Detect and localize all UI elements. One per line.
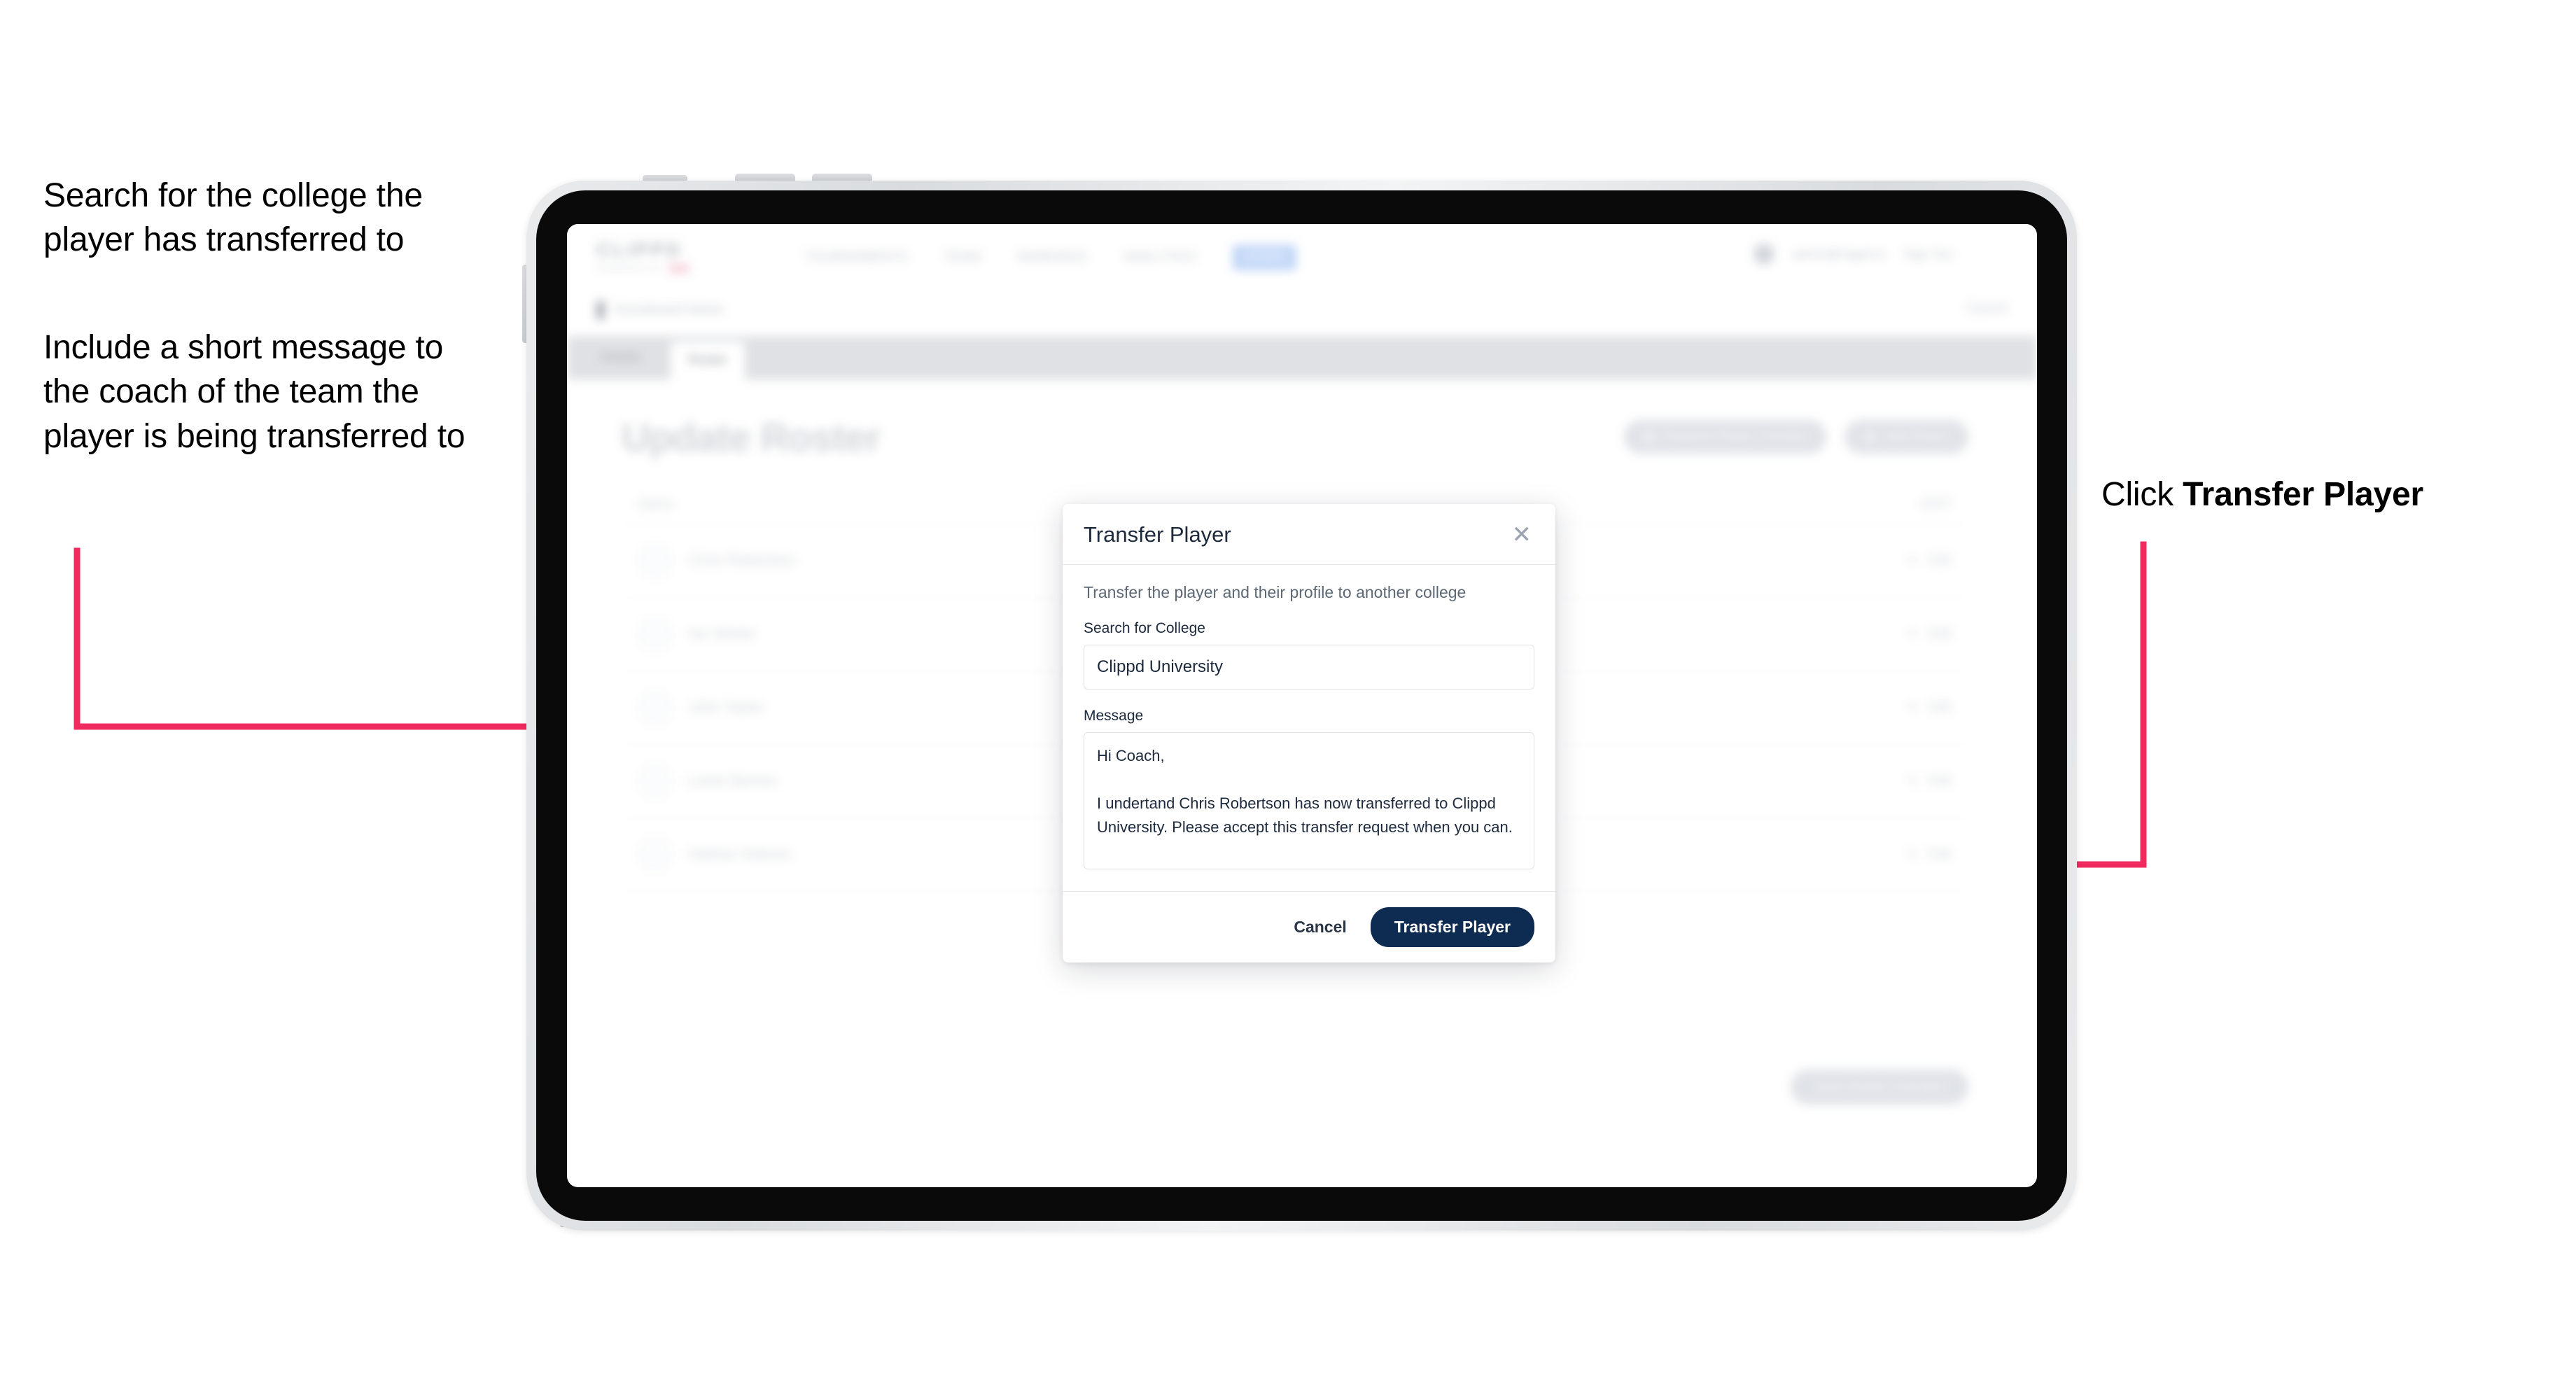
modal-body: Transfer the player and their profile to… (1063, 565, 1555, 891)
close-icon[interactable]: ✕ (1509, 523, 1535, 547)
modal-description: Transfer the player and their profile to… (1084, 583, 1466, 601)
transfer-player-button[interactable]: Transfer Player (1370, 907, 1534, 947)
modal-title: Transfer Player (1084, 522, 1231, 547)
annotation-click-transfer: Click Transfer Player (2101, 472, 2549, 517)
cancel-button[interactable]: Cancel (1289, 917, 1350, 937)
college-field-group: Search for College (1084, 620, 1534, 690)
message-field-label: Message (1084, 708, 1144, 724)
modal-footer: Cancel Transfer Player (1063, 891, 1555, 962)
college-field-label: Search for College (1084, 620, 1205, 636)
transfer-player-modal: Transfer Player ✕ Transfer the player an… (1063, 504, 1555, 962)
message-textarea[interactable] (1084, 732, 1534, 869)
message-field-group: Message (1084, 708, 1534, 873)
tablet-screen: CLIPPD POWERED BY TOURNAMENTS TEAM RANKI… (567, 224, 2037, 1187)
college-search-input[interactable] (1084, 645, 1534, 690)
annotation-click-bold: Transfer Player (2183, 476, 2424, 513)
modal-header: Transfer Player ✕ (1063, 504, 1555, 565)
annotation-search-college: Search for the college the player has tr… (43, 177, 423, 259)
annotation-include-message: Include a short message to the coach of … (43, 329, 465, 455)
annotation-click-prefix: Click (2101, 476, 2183, 513)
